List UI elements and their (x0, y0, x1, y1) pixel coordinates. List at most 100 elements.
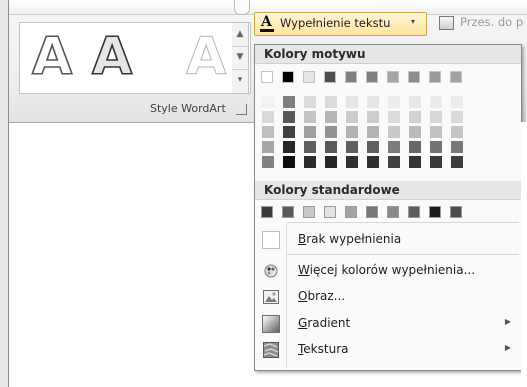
standard-color-swatch[interactable] (345, 206, 357, 218)
theme-color-tint-swatch[interactable] (346, 126, 358, 138)
theme-color-tint-swatch[interactable] (325, 156, 337, 168)
menu-divider (287, 254, 519, 255)
menu-item-picture[interactable]: Obraz... (256, 284, 520, 310)
theme-color-swatch[interactable] (303, 71, 315, 83)
theme-color-tint-swatch[interactable] (430, 96, 442, 108)
menu-item-texture[interactable]: Tekstura ▶ (256, 337, 520, 363)
theme-color-tint-swatch[interactable] (451, 111, 463, 123)
theme-color-tint-swatch[interactable] (451, 96, 463, 108)
standard-color-swatch[interactable] (366, 206, 378, 218)
theme-color-tint-swatch[interactable] (409, 96, 421, 108)
theme-color-tint-swatch[interactable] (283, 111, 295, 123)
theme-color-tint-swatch[interactable] (409, 111, 421, 123)
theme-color-tint-swatch[interactable] (262, 111, 274, 123)
window-left-edge (0, 0, 9, 387)
theme-color-swatch[interactable] (450, 71, 462, 83)
text-fill-dropdown-menu: Kolory motywu Kolory standardowe Brak wy… (254, 44, 522, 371)
standard-color-swatch[interactable] (429, 206, 441, 218)
theme-color-tint-swatch[interactable] (388, 126, 400, 138)
theme-color-tint-swatch[interactable] (388, 96, 400, 108)
gallery-more-icon[interactable]: ▾ (232, 69, 248, 92)
theme-color-tint-swatch[interactable] (367, 141, 379, 153)
gallery-scroll-down-icon[interactable]: ▼ (232, 46, 248, 70)
theme-color-tint-swatch[interactable] (430, 141, 442, 153)
theme-color-tint-swatch[interactable] (262, 156, 274, 168)
theme-color-tint-swatch[interactable] (283, 156, 295, 168)
theme-color-tint-swatch[interactable] (388, 111, 400, 123)
standard-color-swatch[interactable] (450, 206, 462, 218)
standard-color-swatch[interactable] (261, 206, 273, 218)
theme-color-tint-swatch[interactable] (283, 96, 295, 108)
theme-color-tint-swatch[interactable] (346, 111, 358, 123)
theme-color-tint-swatch[interactable] (430, 111, 442, 123)
theme-color-tint-swatch[interactable] (283, 141, 295, 153)
theme-color-tint-swatch[interactable] (430, 156, 442, 168)
standard-color-swatch[interactable] (303, 206, 315, 218)
text-fill-color-bar (260, 29, 274, 32)
standard-color-swatch[interactable] (282, 206, 294, 218)
theme-color-tint-swatch[interactable] (325, 141, 337, 153)
theme-color-swatch[interactable] (324, 71, 336, 83)
theme-color-tint-swatch[interactable] (388, 141, 400, 153)
gallery-scroll-up-icon[interactable]: ▲ (232, 23, 248, 47)
theme-color-tint-swatch[interactable] (304, 96, 316, 108)
menu-item-label: Obraz... (298, 289, 346, 303)
theme-color-tint-swatch[interactable] (346, 96, 358, 108)
theme-color-tint-swatch[interactable] (283, 126, 295, 138)
theme-color-swatch[interactable] (408, 71, 420, 83)
texture-icon (262, 341, 280, 359)
theme-color-tint-swatch[interactable] (262, 96, 274, 108)
theme-color-tint-swatch[interactable] (451, 141, 463, 153)
menu-item-gradient[interactable]: Gradient ▶ (256, 311, 520, 337)
dialog-launcher-icon[interactable] (236, 104, 247, 115)
theme-color-tint-swatch[interactable] (304, 156, 316, 168)
theme-color-tint-swatch[interactable] (325, 126, 337, 138)
standard-color-swatch[interactable] (387, 206, 399, 218)
theme-color-tint-swatch[interactable] (409, 156, 421, 168)
wordart-style-2[interactable]: A (91, 26, 133, 88)
theme-color-tint-swatch[interactable] (346, 141, 358, 153)
theme-color-tint-swatch[interactable] (304, 111, 316, 123)
theme-color-tint-swatch[interactable] (367, 96, 379, 108)
theme-color-swatch[interactable] (366, 71, 378, 83)
theme-color-tint-swatch[interactable] (409, 141, 421, 153)
theme-color-tint-swatch[interactable] (304, 141, 316, 153)
theme-color-tint-swatch[interactable] (325, 111, 337, 123)
send-to-back-button[interactable]: Przes. do p (435, 12, 527, 34)
menu-item-more-colors[interactable]: Więcej kolorów wypełnienia... (256, 258, 520, 284)
wordart-style-1[interactable]: A (31, 26, 73, 88)
theme-color-tint-swatch[interactable] (451, 156, 463, 168)
text-fill-button[interactable]: A Wypełnienie tekstu ▾ (254, 12, 427, 36)
wordart-style-3[interactable]: A (185, 27, 226, 88)
theme-color-tint-swatch[interactable] (304, 126, 316, 138)
chevron-down-icon: ▾ (411, 17, 416, 26)
theme-color-swatch[interactable] (261, 71, 273, 83)
theme-color-tint-swatch[interactable] (367, 156, 379, 168)
theme-color-tint-swatch[interactable] (367, 111, 379, 123)
theme-color-swatch[interactable] (345, 71, 357, 83)
standard-color-swatch[interactable] (324, 206, 336, 218)
text-fill-glyph: A (261, 14, 272, 30)
send-to-back-label: Przes. do p (460, 15, 524, 29)
theme-color-tint-swatch[interactable] (451, 126, 463, 138)
standard-color-swatch[interactable] (408, 206, 420, 218)
tab-notch (234, 0, 250, 15)
wordart-style-gallery: A A A (19, 22, 251, 94)
theme-color-tint-swatch[interactable] (262, 126, 274, 138)
no-fill-icon (262, 231, 280, 249)
theme-color-swatch[interactable] (429, 71, 441, 83)
theme-color-swatch[interactable] (282, 71, 294, 83)
theme-colors-header: Kolory motywu (255, 45, 521, 64)
theme-color-tint-swatch[interactable] (430, 126, 442, 138)
theme-color-tint-swatch[interactable] (325, 96, 337, 108)
theme-color-tint-swatch[interactable] (409, 126, 421, 138)
more-colors-icon (262, 262, 280, 280)
theme-color-tint-swatch[interactable] (262, 141, 274, 153)
theme-color-tint-swatch[interactable] (367, 126, 379, 138)
menu-item-label: Brak wypełnienia (298, 232, 402, 246)
menu-item-no-fill[interactable]: Brak wypełnienia (256, 227, 520, 253)
theme-color-tint-swatch[interactable] (346, 156, 358, 168)
standard-colors-header: Kolory standardowe (255, 181, 521, 200)
theme-color-swatch[interactable] (387, 71, 399, 83)
theme-color-tint-swatch[interactable] (388, 156, 400, 168)
